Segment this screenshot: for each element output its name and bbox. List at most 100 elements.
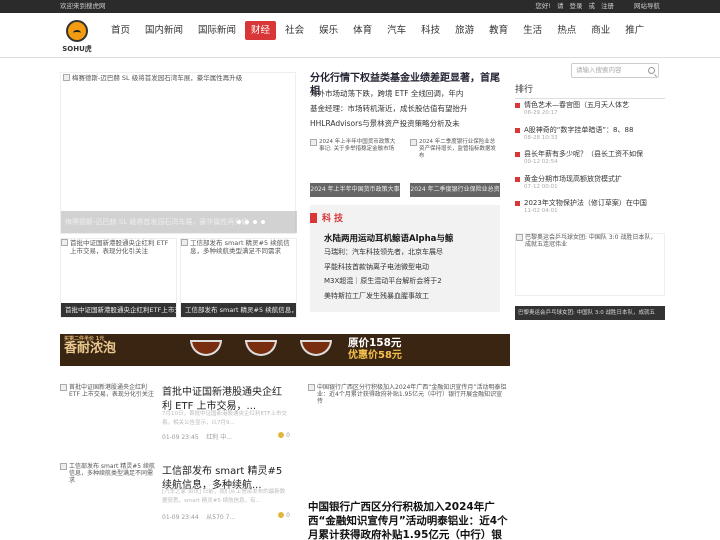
nav-item[interactable]: 科技 [415, 21, 446, 40]
ranking-date: 06-29 20:17 [524, 110, 558, 116]
login-link[interactable]: 登录 [570, 0, 583, 13]
thumb-caption[interactable]: 2024 年上半年中国货币政策大事 [310, 183, 400, 197]
nav-item[interactable]: 教育 [483, 21, 514, 40]
finance-thumb[interactable]: 2024 年二季度银行业保险业总资产保持增长，监管指标数据发布 2024 年二季… [410, 139, 500, 197]
search-input[interactable]: 请输入搜索内容 [571, 63, 659, 78]
site-logo[interactable]: SOHU虎 [60, 20, 92, 54]
tech-item[interactable]: 美特斯拉工厂发生残暴血腥事故工 [324, 292, 443, 300]
tiger-logo-icon [66, 20, 88, 42]
nav-item[interactable]: 推广 [619, 21, 650, 40]
or-text: 或 [588, 2, 596, 10]
ranking-title[interactable]: 黄金分期市场现高额放贷模式扩 [524, 175, 664, 184]
nav-item[interactable]: 生活 [517, 21, 548, 40]
feature-image[interactable]: 中国银行广西区分行积极加入2024年广西“金融知识宣传月”活动明泰铝业：近4个月… [308, 384, 508, 405]
sub-feature[interactable]: 首批中证国新港股通央企红利 ETF 上市交易，表现分化引关注 首批中证国新港股通… [60, 238, 177, 318]
finance-thumb[interactable]: 2024 年上半年中国货币政策大事记: 关于多举措稳定金融市场 2024 年上半… [310, 139, 400, 197]
tech-item[interactable]: 孚能科技首款钠离子电池微型电动 [324, 263, 443, 271]
ad-price: 原价158元 [348, 337, 402, 349]
nav-item[interactable]: 国内新闻 [139, 21, 189, 40]
ranking-title[interactable]: 情色艺术—春宫图（五月天人体艺 [524, 101, 664, 110]
ranking-date: 11-02 04:01 [524, 208, 558, 214]
thumb-image: 2024 年二季度银行业保险业总资产保持增长，监管指标数据发布 [410, 139, 500, 160]
ranking-date: 08-28 10:33 [524, 134, 558, 141]
please-text: 请 [557, 2, 564, 10]
nav-item[interactable]: 首页 [105, 21, 136, 40]
site-nav-link[interactable]: 网站导航 [634, 0, 660, 13]
nav-item[interactable]: 旅游 [449, 21, 480, 40]
ranking-item[interactable]: 县长年薪有多少呢？（县长工资不如保 09-12 02:54 [515, 150, 665, 175]
nav-item[interactable]: 国际新闻 [192, 21, 242, 40]
tech-item[interactable]: 马瑞利：汽车科技领先者，北京车展尽 [324, 248, 443, 256]
feature-title[interactable]: 中国银行广西区分行积极加入2024年广西“金融知识宣传月”活动明泰铝业：近4个月… [308, 500, 508, 540]
greeting: 您好! [535, 2, 551, 10]
card-desc: [汽车之家 资讯] 日前，我们从工信部发布的最新数据获悉，smart 精灵#5 … [162, 489, 286, 504]
ranking-heading: 排行 [515, 82, 665, 99]
carousel-dot[interactable] [253, 220, 257, 224]
thumb-caption[interactable]: 2024 年二季度银行业保险业总资 [410, 183, 500, 197]
ad-banner[interactable]: 买第二件半价 1元 香耐浓泡 原价158元 优惠价58元 [60, 334, 510, 366]
ad-deal: 优惠价58元 [348, 350, 402, 361]
ranking-item[interactable]: A股神奇的“数字挂单暗语”：8、88 08-28 10:33 [515, 126, 665, 151]
top-bar: 欢迎来到搜虎网 您好! 请 登录 或 注册 网站导航 [0, 0, 720, 13]
nav-item[interactable]: 娱乐 [313, 21, 344, 40]
nav-item[interactable]: 汽车 [381, 21, 412, 40]
top-links: 您好! 请 登录 或 注册 网站导航 [535, 0, 660, 13]
ranking-item[interactable]: 黄金分期市场现高额放贷模式扩 07-12 00:01 [515, 175, 665, 200]
thumb-image: 2024 年上半年中国货币政策大事记: 关于多举措稳定金融市场 [310, 139, 400, 153]
finance-item[interactable]: HHLRAdvisors与景林资产投资策略分析及未 [310, 119, 500, 129]
ranking-title[interactable]: 县长年薪有多少呢？（县长工资不如保 [524, 150, 664, 159]
rank-image: 巴黎奥运会乒乓球女团: 中国队 3:0 战胜日本队，成就五连冠伟业 [516, 234, 662, 248]
welcome-text: 欢迎来到搜虎网 [60, 2, 106, 10]
nav-item[interactable]: 社会 [279, 21, 310, 40]
hero-image: 梅赛德斯-迈巴赫 SL 级将首发园石湾车展，豪华属性再升级 [63, 74, 293, 82]
tech-item[interactable]: M3X超混｜原生混动平台解析会将于2 [324, 277, 443, 285]
tea-cup-icon [300, 340, 332, 356]
finance-list: 海外市场动荡下跌，跨境 ETF 全线回调，年内 基金经理：市场转机渐近，成长股估… [310, 89, 500, 134]
sub-caption[interactable]: 首批中证国新港股通央企红利ETF上市交易 [61, 303, 176, 317]
sub-caption[interactable]: 工信部发布 smart 精灵#5 续航信息，多种续 [181, 303, 296, 317]
broken-image-icon [516, 234, 523, 241]
nav-item[interactable]: 财经 [245, 21, 277, 40]
carousel-dot[interactable] [245, 220, 249, 224]
search-icon[interactable] [648, 67, 655, 74]
ranking-caption-box[interactable]: 巴黎奥运会乒乓球女团: 中国队 3:0 战胜日本队，成就五 [515, 300, 665, 320]
bookmark-icon [310, 212, 317, 223]
tea-cup-icon [190, 340, 222, 356]
broken-image-icon [60, 463, 67, 470]
carousel-dot[interactable] [261, 220, 265, 224]
main-nav: 首页 国内新闻 国际新闻 财经 社会 娱乐 体育 汽车 科技 旅游 教育 生活 热点 商业 推广 [105, 21, 653, 40]
finance-item[interactable]: 基金经理：市场转机渐近，成长股估值有望抬升 [310, 104, 500, 114]
rank-caption[interactable]: 巴黎奥运会乒乓球女团: 中国队 3:0 战胜日本队，成就五 [515, 306, 665, 320]
bullet-icon [515, 176, 520, 182]
bullet-icon [515, 201, 520, 206]
tech-list: 马瑞利：汽车科技领先者，北京车展尽 孚能科技首款钠离子电池微型电动 M3X超混｜… [324, 248, 443, 306]
sub-feature[interactable]: 工信部发布 smart 精灵#5 续航信息，多种续航类型满足不同需求 工信部发布… [180, 238, 297, 318]
card-meta: 01-09 23:44 从570 7... 0 [162, 512, 290, 521]
finance-item[interactable]: 海外市场动荡下跌，跨境 ETF 全线回调，年内 [310, 89, 500, 99]
card-image: 首批中证国新港股通央企红利 ETF 上市交易，表现分化引关注 [60, 384, 158, 444]
broken-image-icon [63, 74, 70, 81]
comment-icon [278, 512, 285, 518]
comment-icon [278, 432, 285, 438]
header: SOHU虎 首页 国内新闻 国际新闻 财经 社会 娱乐 体育 汽车 科技 旅游 教育 生活 热点 商业 推广 [0, 13, 720, 58]
sub-image: 首批中证国新港股通央企红利 ETF 上市交易，表现分化引关注 [61, 239, 176, 255]
nav-item[interactable]: 商业 [585, 21, 616, 40]
ranking-item[interactable]: 情色艺术—春宫图（五月天人体艺 06-29 20:17 [515, 101, 665, 126]
register-link[interactable]: 注册 [601, 0, 614, 13]
nav-item[interactable]: 体育 [347, 21, 378, 40]
bullet-icon [515, 152, 520, 157]
card-image: 工信部发布 smart 精灵#5 续航信息，多种续航类型满足不同需求 [60, 463, 158, 523]
hero-slide[interactable]: 梅赛德斯-迈巴赫 SL 级将首发园石湾车展，豪华属性再升级 梅赛德斯-迈巴赫 S… [60, 72, 297, 234]
carousel-dots [237, 220, 265, 224]
broken-image-icon [308, 384, 315, 391]
tech-headline[interactable]: 水陆两用运动耳机鲸语Alpha与鲸 [324, 232, 453, 244]
carousel-dot[interactable] [237, 220, 241, 224]
ranking-item[interactable]: 2023年文物保护法（修订草案）在中国 11-02 04:01 [515, 199, 665, 224]
nav-item[interactable]: 热点 [551, 21, 582, 40]
ranking-list: 情色艺术—春宫图（五月天人体艺 06-29 20:17 A股神奇的“数字挂单暗语”：… [515, 101, 665, 224]
ranking-image[interactable]: 巴黎奥运会乒乓球女团: 中国队 3:0 战胜日本队，成就五连冠伟业 [515, 233, 665, 296]
ranking-title[interactable]: A股神奇的“数字挂单暗语”：8、88 [524, 126, 664, 135]
broken-image-icon [61, 239, 68, 246]
ranking-title[interactable]: 2023年文物保护法（修订草案）在中国 [524, 199, 664, 208]
card-meta: 01-09 23:45 红利 中... 0 [162, 432, 290, 441]
